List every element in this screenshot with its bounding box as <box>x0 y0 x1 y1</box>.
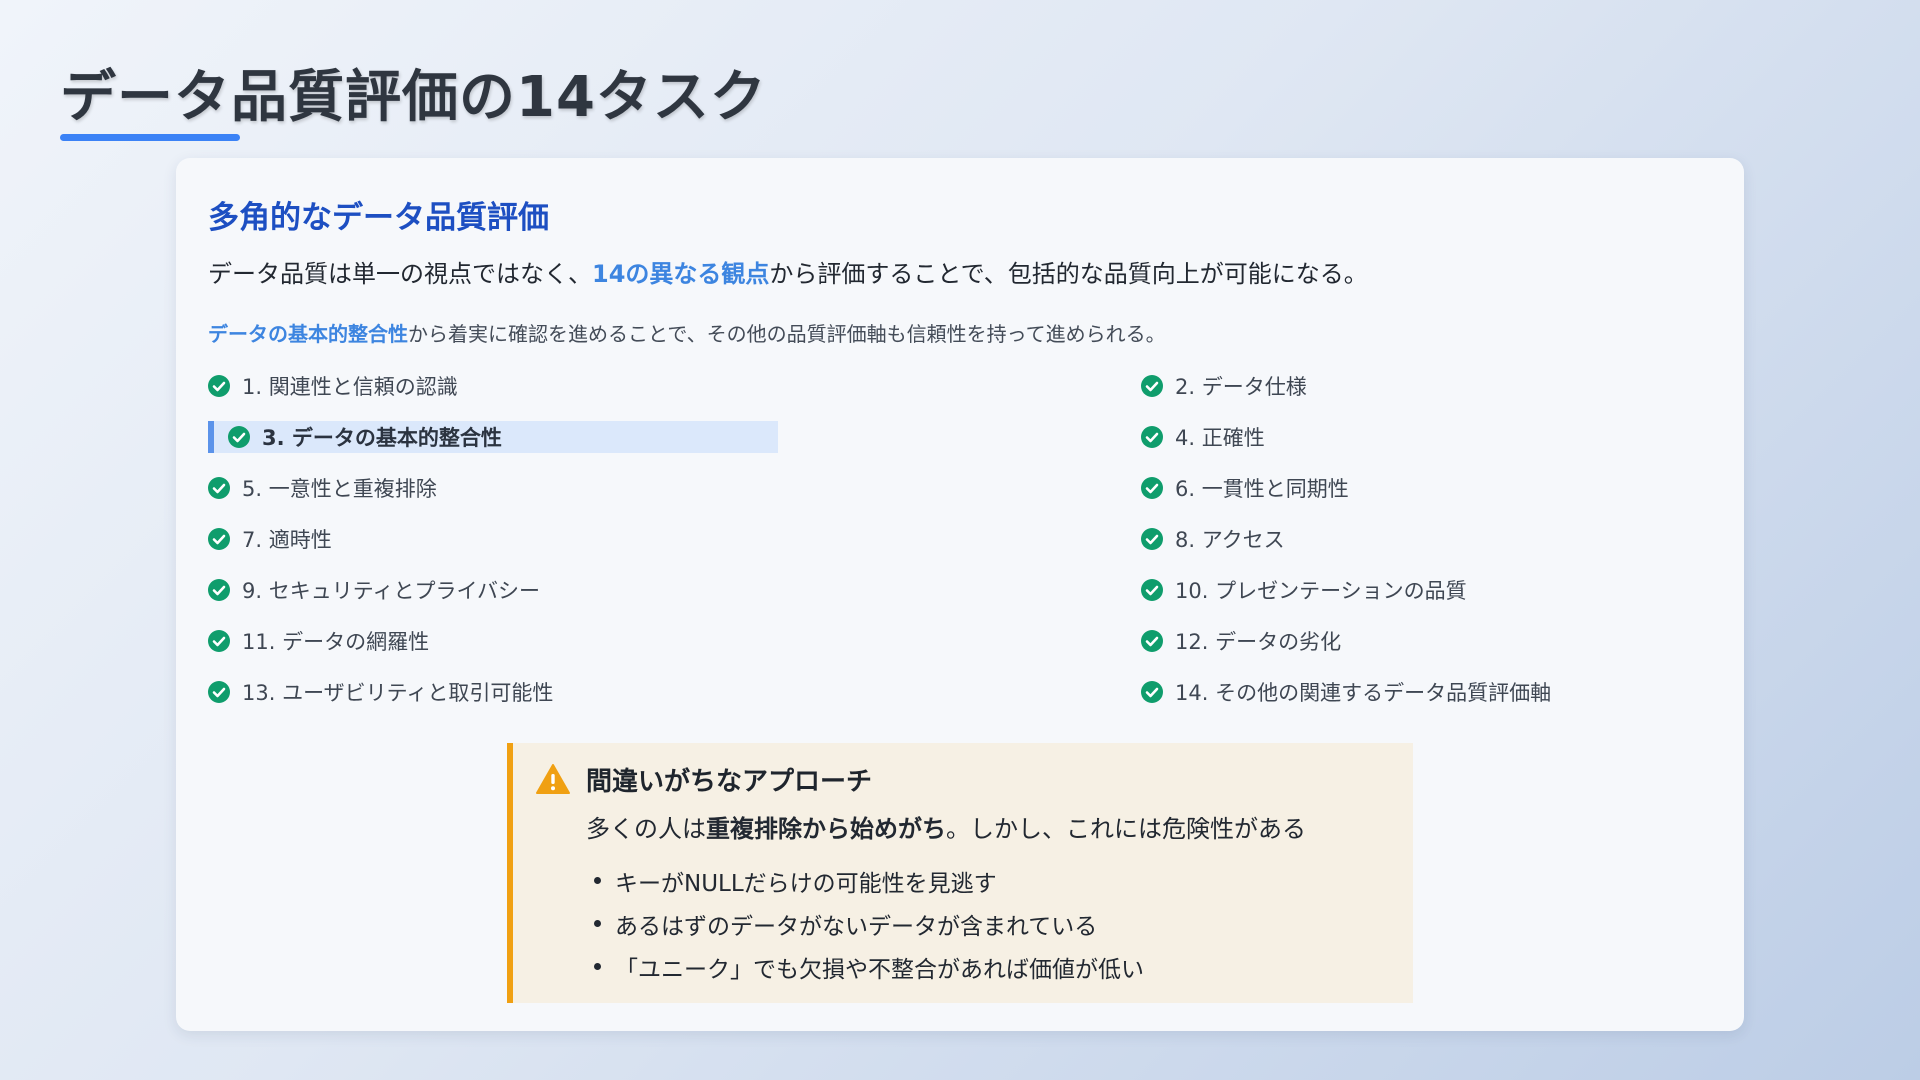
intro-text-after: から評価することで、包括的な品質向上が可能になる。 <box>769 260 1368 288</box>
warning-title: 間違いがちなアプローチ <box>586 767 873 797</box>
warning-bullet-item: あるはずのデータがないデータが含まれている <box>586 902 1144 945</box>
check-circle-icon <box>228 426 250 448</box>
intro-text: データ品質は単一の視点ではなく、14の異なる観点から評価することで、包括的な品質… <box>208 254 1368 289</box>
warning-text: 多くの人は重複排除から始めがち。しかし、これには危険性がある <box>586 809 1306 844</box>
bullet-dot-icon <box>594 877 601 884</box>
check-circle-icon <box>208 630 230 652</box>
note-text: データの基本的整合性から着実に確認を進めることで、その他の品質評価軸も信頼性を持… <box>208 318 1166 347</box>
intro-highlight: 14の異なる観点 <box>592 260 770 288</box>
intro-text-before: データ品質は単一の視点ではなく、 <box>208 260 592 288</box>
task-label: 7. 適時性 <box>242 528 332 552</box>
task-item: 12. データの劣化 <box>1141 625 1341 657</box>
task-item: 5. 一意性と重複排除 <box>208 472 437 504</box>
content-card: 多角的なデータ品質評価 データ品質は単一の視点ではなく、14の異なる観点から評価… <box>176 158 1744 1031</box>
check-circle-icon <box>1141 426 1163 448</box>
task-item: 14. その他の関連するデータ品質評価軸 <box>1141 676 1551 708</box>
task-label: 10. プレゼンテーションの品質 <box>1175 579 1467 603</box>
check-circle-icon <box>1141 528 1163 550</box>
task-label: 2. データ仕様 <box>1175 375 1307 399</box>
task-label: 14. その他の関連するデータ品質評価軸 <box>1175 681 1552 705</box>
task-label: 6. 一貫性と同期性 <box>1175 477 1349 501</box>
bullet-dot-icon <box>594 963 601 970</box>
warning-text-before: 多くの人は <box>586 815 706 843</box>
slide-title: データ品質評価の14タスク <box>60 65 767 130</box>
check-circle-icon <box>208 528 230 550</box>
warning-bullet-text: 「ユニーク」でも欠損や不整合があれば価値が低い <box>615 956 1144 983</box>
task-item: 9. セキュリティとプライバシー <box>208 574 540 606</box>
bullet-dot-icon <box>594 920 601 927</box>
task-label: 11. データの網羅性 <box>242 630 430 654</box>
warning-bullet-text: あるはずのデータがないデータが含まれている <box>615 913 1098 940</box>
task-label: 13. ユーザビリティと取引可能性 <box>242 681 554 705</box>
task-item: 10. プレゼンテーションの品質 <box>1141 574 1467 606</box>
task-label: 4. 正確性 <box>1175 426 1265 450</box>
warning-bullet-item: キーがNULLだらけの可能性を見逃す <box>586 859 1144 902</box>
check-circle-icon <box>208 477 230 499</box>
task-label: 12. データの劣化 <box>1175 630 1342 654</box>
warning-bullet-item: 「ユニーク」でも欠損や不整合があれば価値が低い <box>586 945 1144 988</box>
note-text-after: から着実に確認を進めることで、その他の品質評価軸も信頼性を持って進められる。 <box>408 322 1166 346</box>
note-highlight: データの基本的整合性 <box>208 322 408 346</box>
task-item: 8. アクセス <box>1141 523 1285 555</box>
task-label: 5. 一意性と重複排除 <box>242 477 437 501</box>
task-item: 11. データの網羅性 <box>208 625 429 657</box>
check-circle-icon <box>208 681 230 703</box>
task-item: 6. 一貫性と同期性 <box>1141 472 1349 504</box>
task-item: 1. 関連性と信頼の認識 <box>208 370 458 402</box>
task-item-highlighted: 3. データの基本的整合性 <box>208 421 778 453</box>
task-label: 9. セキュリティとプライバシー <box>242 579 541 603</box>
task-item: 2. データ仕様 <box>1141 370 1307 402</box>
warning-text-after: 。しかし、これには危険性がある <box>946 815 1306 843</box>
check-circle-icon <box>1141 477 1163 499</box>
title-underline <box>60 134 240 141</box>
check-circle-icon <box>208 579 230 601</box>
check-circle-icon <box>1141 630 1163 652</box>
task-item: 13. ユーザビリティと取引可能性 <box>208 676 553 708</box>
task-list: 1. 関連性と信頼の認識 3. データの基本的整合性 5. 一意性と重複排除 7… <box>208 370 1728 705</box>
warning-text-bold: 重複排除から始めがち <box>706 815 946 843</box>
task-label: 1. 関連性と信頼の認識 <box>242 375 458 399</box>
warning-bullet-list: キーがNULLだらけの可能性を見逃す あるはずのデータがないデータが含まれている… <box>586 859 1144 988</box>
check-circle-icon <box>208 375 230 397</box>
check-circle-icon <box>1141 579 1163 601</box>
warning-callout: 間違いがちなアプローチ 多くの人は重複排除から始めがち。しかし、これには危険性が… <box>507 743 1413 1003</box>
warning-triangle-icon <box>536 764 570 794</box>
check-circle-icon <box>1141 681 1163 703</box>
task-label: 8. アクセス <box>1175 528 1285 552</box>
task-label: 3. データの基本的整合性 <box>262 426 502 450</box>
task-item: 7. 適時性 <box>208 523 332 555</box>
card-heading: 多角的なデータ品質評価 <box>208 200 549 236</box>
check-circle-icon <box>1141 375 1163 397</box>
task-item: 4. 正確性 <box>1141 421 1265 453</box>
warning-bullet-text: キーがNULLだらけの可能性を見逃す <box>615 870 997 897</box>
